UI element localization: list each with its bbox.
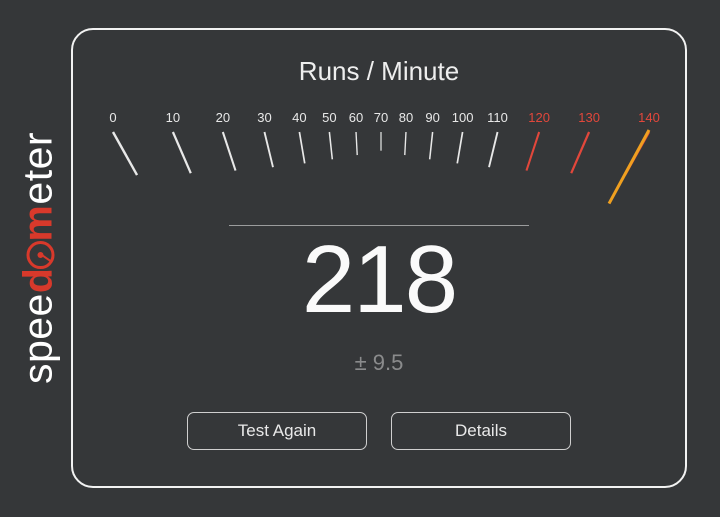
logo-text-d: d <box>15 268 61 294</box>
gauge-tick-label: 0 <box>109 110 116 125</box>
gauge-tick-label: 120 <box>528 110 550 125</box>
gauge-tick <box>299 132 304 163</box>
gauge-tick-label: 140 <box>638 110 660 125</box>
gauge-tick <box>489 132 498 167</box>
gauge: 0 10 20 30 40 50 60 70 80 90 100 110 120 130 140 <box>73 92 689 222</box>
wheel-icon <box>27 241 55 269</box>
gauge-needle <box>609 130 649 204</box>
gauge-tick-label: 40 <box>292 110 306 125</box>
gauge-tick-label: 60 <box>349 110 363 125</box>
gauge-tick <box>430 132 433 159</box>
gauge-tick-label: 80 <box>399 110 413 125</box>
test-again-button[interactable]: Test Again <box>187 412 367 450</box>
gauge-tick-label: 70 <box>374 110 388 125</box>
gauge-tick <box>457 132 462 163</box>
gauge-tick-label: 130 <box>578 110 600 125</box>
details-button[interactable]: Details <box>391 412 571 450</box>
gauge-tick <box>405 132 406 155</box>
gauge-tick-label: 90 <box>425 110 439 125</box>
logo: speedmeter <box>15 132 62 384</box>
gauge-tick <box>264 132 273 167</box>
logo-text-m: m <box>15 205 61 242</box>
result-panel: Runs / Minute 0 10 20 30 40 50 60 70 80 90 100 110 1… <box>71 28 687 488</box>
gauge-tick-label: 30 <box>257 110 271 125</box>
gauge-tick-label: 20 <box>216 110 230 125</box>
gauge-tick-label: 50 <box>322 110 336 125</box>
gauge-tick <box>329 132 332 159</box>
logo-text-eter: eter <box>15 132 61 205</box>
gauge-tick <box>113 132 137 175</box>
gauge-tick <box>173 132 191 173</box>
gauge-tick <box>526 132 539 171</box>
gauge-tick <box>571 132 589 173</box>
score-value: 218 <box>73 225 685 335</box>
gauge-tick <box>223 132 236 171</box>
gauge-tick-label: 10 <box>166 110 180 125</box>
score-variance: ± 9.5 <box>73 350 685 376</box>
gauge-tick <box>356 132 357 155</box>
button-row: Test Again Details <box>73 412 685 450</box>
gauge-tick-label: 110 <box>487 110 508 125</box>
panel-title: Runs / Minute <box>73 56 685 87</box>
gauge-tick-label: 100 <box>452 110 474 125</box>
logo-text-spee: spee <box>15 293 61 384</box>
